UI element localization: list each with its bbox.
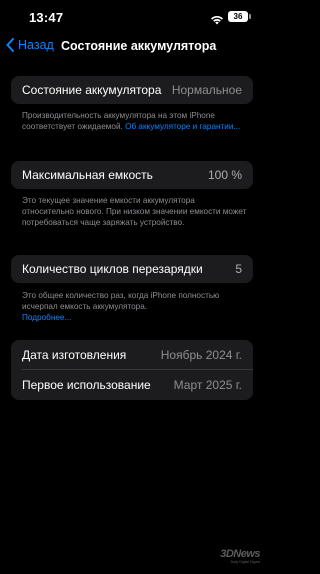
wifi-icon [210,12,224,30]
watermark-tagline: Daily Digital Digest [230,560,260,564]
health-value: Нормальное [171,83,242,97]
battery-nub [249,14,251,19]
back-label: Назад [18,38,54,52]
manufacture-value: Ноябрь 2024 г. [160,348,242,362]
watermark: 3DNews Daily Digital Digest [212,548,260,564]
status-time: 13:47 [29,10,64,25]
status-bar: 13:47 36 [0,0,265,34]
health-label: Состояние аккумулятора [22,83,162,97]
manufacture-row: Дата изготовления Ноябрь 2024 г. [11,340,253,370]
chevron-left-icon [6,38,14,52]
cycles-note: Это общее количество раз, когда iPhone п… [22,290,247,324]
cycles-group: Количество циклов перезарядки 5 [11,255,253,283]
navigation-bar: Назад Состояние аккумулятора [0,36,265,60]
first-use-label: Первое использование [22,378,151,392]
capacity-value: 100 % [207,168,242,182]
capacity-group: Максимальная емкость 100 % [11,161,253,189]
cycles-label: Количество циклов перезарядки [22,262,203,276]
capacity-note: Это текущее значение емкости аккумулятор… [22,196,247,228]
first-use-row: Первое использование Март 2025 г. [11,370,253,400]
health-note: Производительность аккумулятора на этом … [22,110,247,132]
cycles-note-text: Это общее количество раз, когда iPhone п… [22,291,220,312]
back-button[interactable]: Назад [6,38,54,52]
battery-icon: 36 [228,11,248,22]
health-group: Состояние аккумулятора Нормальное [11,76,253,104]
watermark-brand: 3DNews [220,548,260,560]
dates-group: Дата изготовления Ноябрь 2024 г. Первое … [11,340,253,400]
capacity-row: Максимальная емкость 100 % [11,161,253,189]
cycles-value: 5 [235,262,242,276]
manufacture-label: Дата изготовления [22,348,127,362]
battery-warranty-link[interactable]: Об аккумуляторе и гарантии... [125,122,240,131]
capacity-label: Максимальная емкость [22,168,153,182]
learn-more-link[interactable]: Подробнее... [22,313,71,322]
page-title: Состояние аккумулятора [61,39,217,53]
health-row: Состояние аккумулятора Нормальное [11,76,253,104]
first-use-value: Март 2025 г. [173,378,242,392]
cycles-row: Количество циклов перезарядки 5 [11,255,253,283]
